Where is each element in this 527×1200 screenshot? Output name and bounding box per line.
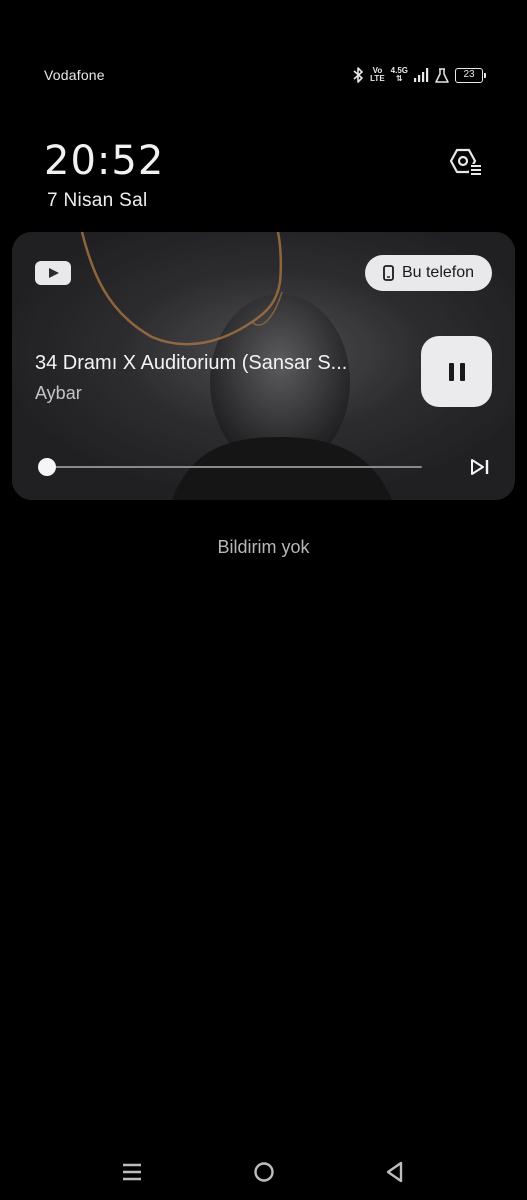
- home-button[interactable]: [249, 1157, 279, 1187]
- output-device-label: Bu telefon: [401, 264, 475, 281]
- pause-icon: [448, 362, 465, 381]
- next-track-button[interactable]: [467, 454, 493, 480]
- seek-bar[interactable]: [37, 458, 422, 476]
- output-device-button[interactable]: Bu telefon: [365, 255, 492, 291]
- carrier-name: Vodafone: [44, 67, 105, 83]
- status-icons: Vo LTE 4.5G ⇅ 23: [353, 64, 486, 86]
- no-notifications-text: Bildirim yok: [217, 537, 310, 557]
- battery-level: 23: [463, 69, 475, 80]
- menu-icon: [123, 1163, 141, 1181]
- lab-flask-icon: [435, 67, 449, 83]
- pause-button[interactable]: [421, 336, 492, 407]
- youtube-icon: [35, 261, 71, 285]
- settings-button[interactable]: [448, 144, 484, 180]
- phone-icon: [383, 265, 394, 281]
- status-bar: Vodafone Vo LTE 4.5G ⇅ 23: [0, 0, 527, 83]
- track-artist: Aybar: [35, 383, 82, 403]
- seek-thumb[interactable]: [37, 458, 56, 476]
- media-player-card[interactable]: Bu telefon 34 Dramı X Auditorium (Sansar…: [12, 232, 515, 500]
- seek-track: [39, 466, 422, 468]
- recents-button[interactable]: [117, 1157, 147, 1187]
- lockscreen-date: 7 Nisan Sal: [47, 190, 148, 211]
- home-icon: [254, 1162, 274, 1182]
- back-icon: [386, 1161, 403, 1183]
- battery-icon: 23: [455, 67, 486, 83]
- settings-gear-icon: [449, 148, 481, 175]
- back-button[interactable]: [380, 1157, 410, 1187]
- bluetooth-icon: [353, 67, 364, 83]
- track-title: 34 Dramı X Auditorium (Sansar S...: [35, 352, 348, 374]
- network-4.5g-icon: 4.5G ⇅: [390, 66, 408, 83]
- signal-icon: [414, 68, 429, 82]
- lockscreen-clock: 20:52: [44, 138, 165, 184]
- skip-next-icon: [471, 459, 489, 475]
- navigation-bar: [0, 1140, 527, 1200]
- volte-icon: Vo LTE: [370, 66, 385, 83]
